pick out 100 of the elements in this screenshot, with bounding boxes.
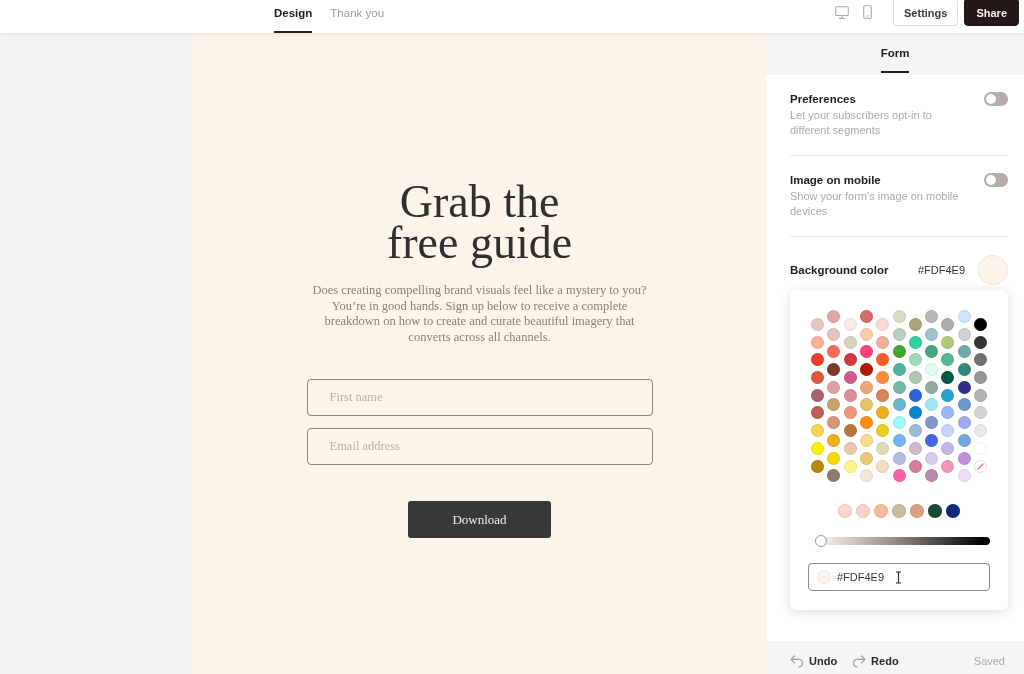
color-swatch[interactable] [876, 424, 890, 438]
color-swatch[interactable] [957, 310, 971, 323]
color-swatch[interactable] [843, 371, 857, 385]
download-button[interactable]: Download [408, 501, 551, 538]
color-swatch[interactable] [925, 310, 939, 323]
color-swatch[interactable] [859, 380, 873, 394]
color-swatch[interactable] [838, 504, 852, 518]
color-swatch[interactable] [974, 353, 987, 367]
color-swatch[interactable] [925, 327, 939, 341]
color-swatch[interactable] [941, 459, 955, 473]
color-swatch[interactable] [941, 424, 955, 438]
color-swatch[interactable] [925, 398, 939, 412]
color-swatch[interactable] [892, 398, 906, 412]
color-swatch[interactable] [827, 433, 841, 447]
color-swatch[interactable] [876, 459, 890, 473]
color-swatch[interactable] [892, 310, 906, 323]
color-swatch[interactable] [811, 406, 824, 420]
color-swatch[interactable] [941, 335, 955, 349]
color-swatch[interactable] [859, 345, 873, 359]
desktop-icon[interactable] [835, 6, 849, 19]
color-swatch[interactable] [908, 353, 922, 367]
color-swatch[interactable] [941, 371, 955, 385]
color-swatch[interactable] [892, 363, 906, 377]
phone-icon[interactable] [863, 5, 872, 19]
settings-button[interactable]: Settings [893, 0, 959, 26]
color-swatch[interactable] [892, 416, 906, 430]
color-swatch[interactable] [946, 504, 960, 518]
hex-input-field[interactable]: #FDF4E9 [808, 563, 990, 591]
text-input-field[interactable]: Email address [306, 428, 653, 465]
color-swatch[interactable] [957, 345, 971, 359]
color-swatch[interactable] [925, 469, 939, 483]
color-swatch[interactable] [859, 433, 873, 447]
color-swatch[interactable] [843, 388, 857, 402]
color-swatch[interactable] [811, 388, 824, 402]
color-swatch[interactable] [876, 388, 890, 402]
color-swatch[interactable] [925, 363, 939, 377]
color-swatch[interactable] [925, 433, 939, 447]
undo-button[interactable]: Undo [790, 654, 838, 668]
color-swatch[interactable] [974, 318, 987, 331]
color-swatch[interactable] [974, 335, 987, 349]
color-swatch[interactable] [974, 424, 987, 438]
color-swatch[interactable] [892, 327, 906, 341]
color-swatch[interactable] [843, 406, 857, 420]
color-swatch[interactable] [908, 441, 922, 455]
color-swatch[interactable] [843, 335, 857, 349]
color-swatch-icon[interactable] [978, 255, 1008, 285]
color-swatch[interactable] [827, 416, 841, 430]
color-swatch[interactable] [843, 353, 857, 367]
color-swatch[interactable] [827, 310, 841, 323]
color-swatch[interactable] [843, 318, 857, 331]
color-swatch[interactable] [843, 441, 857, 455]
color-swatch[interactable] [957, 380, 971, 394]
color-swatch[interactable] [827, 345, 841, 359]
color-swatch[interactable] [941, 353, 955, 367]
color-swatch[interactable] [925, 380, 939, 394]
color-swatch[interactable] [925, 416, 939, 430]
color-swatch[interactable] [908, 335, 922, 349]
shade-slider[interactable] [812, 537, 990, 545]
color-swatch[interactable] [859, 363, 873, 377]
color-swatch[interactable] [910, 504, 924, 518]
share-button[interactable]: Share [964, 0, 1019, 26]
color-swatch[interactable] [957, 398, 971, 412]
color-swatch[interactable] [859, 327, 873, 341]
color-swatch[interactable] [859, 416, 873, 430]
color-swatch[interactable] [856, 504, 870, 518]
color-swatch[interactable] [843, 424, 857, 438]
color-swatch[interactable] [811, 353, 824, 367]
color-swatch[interactable] [974, 406, 987, 420]
color-swatch[interactable] [892, 504, 906, 518]
color-swatch[interactable] [892, 433, 906, 447]
color-swatch[interactable] [941, 406, 955, 420]
color-swatch[interactable] [941, 441, 955, 455]
color-swatch[interactable] [827, 363, 841, 377]
color-swatch[interactable] [876, 441, 890, 455]
color-swatch[interactable] [925, 345, 939, 359]
color-swatch[interactable] [892, 345, 906, 359]
color-swatch[interactable] [811, 318, 824, 331]
color-swatch[interactable] [974, 371, 987, 385]
color-swatch[interactable] [876, 335, 890, 349]
color-swatch[interactable] [843, 459, 857, 473]
color-swatch[interactable] [827, 398, 841, 412]
color-swatch[interactable] [859, 398, 873, 412]
color-swatch[interactable] [908, 318, 922, 331]
color-swatch[interactable] [908, 406, 922, 420]
tab[interactable]: Form [880, 33, 910, 73]
color-swatch[interactable] [859, 469, 873, 483]
color-swatch[interactable] [811, 441, 824, 455]
color-swatch[interactable] [827, 380, 841, 394]
color-swatch[interactable] [925, 451, 939, 465]
color-swatch[interactable] [876, 353, 890, 367]
color-swatch[interactable] [859, 451, 873, 465]
color-swatch[interactable] [811, 371, 824, 385]
color-swatch[interactable] [957, 451, 971, 465]
color-swatch[interactable] [957, 469, 971, 483]
color-swatch[interactable] [892, 469, 906, 483]
redo-button[interactable]: Redo [852, 654, 899, 668]
text-input-field[interactable]: First name [306, 379, 653, 416]
color-swatch[interactable] [957, 363, 971, 377]
color-swatch[interactable] [892, 380, 906, 394]
color-swatch[interactable] [827, 469, 841, 483]
